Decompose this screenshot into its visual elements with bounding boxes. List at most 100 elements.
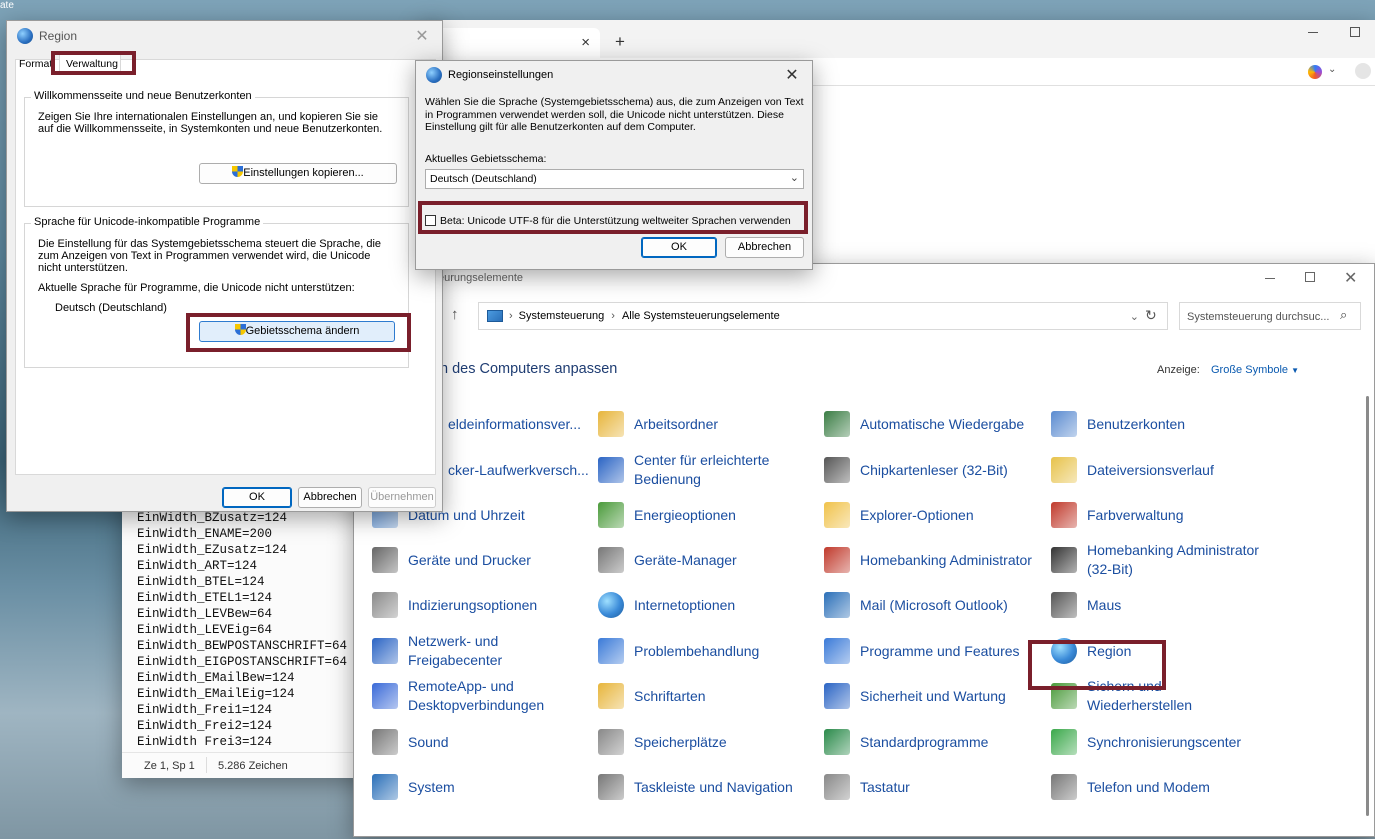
explorer-options-icon xyxy=(824,502,850,528)
cp-item[interactable]: Explorer-Optionen xyxy=(824,497,974,533)
cp-item-label: Synchronisierungscenter xyxy=(1087,733,1242,750)
cp-item[interactable]: Speicherplätze xyxy=(598,724,727,760)
notepad-text[interactable]: EinWidth_BZusatz=124 EinWidth_ENAME=200 Ei… xyxy=(137,510,377,746)
uac-shield-icon xyxy=(232,166,244,177)
sync-icon xyxy=(1051,729,1077,755)
dialog-title: Regionseinstellungen xyxy=(448,69,554,81)
group-title: Willkommensseite und neue Benutzerkonten xyxy=(31,90,255,102)
cp-item[interactable]: Maus xyxy=(1051,587,1121,623)
text-line: EinWidth_LEVEig=64 xyxy=(137,623,273,637)
tab-close-icon[interactable]: × xyxy=(581,34,590,51)
cancel-button[interactable]: Abbrechen xyxy=(725,237,804,258)
cp-item[interactable]: Geräte-Manager xyxy=(598,542,737,578)
cp-item[interactable]: Center für erleichterte Bedienung xyxy=(598,452,809,488)
text-line: EinWidth_ART=124 xyxy=(137,559,258,573)
cp-item[interactable]: Geräte und Drucker xyxy=(372,542,531,578)
beta-utf8-highlight xyxy=(418,201,808,234)
tab-highlight xyxy=(51,51,136,75)
cp-item[interactable]: Programme und Features xyxy=(824,633,1020,669)
cp-item[interactable]: Mail (Microsoft Outlook) xyxy=(824,587,1008,623)
cp-item[interactable]: Chipkartenleser (32-Bit) xyxy=(824,452,1008,488)
mail-icon xyxy=(824,592,850,618)
device-manager-icon xyxy=(598,547,624,573)
copilot-icon[interactable] xyxy=(1308,65,1322,79)
minimize-icon[interactable] xyxy=(1308,32,1318,33)
cp-item[interactable]: Dateiversionsverlauf xyxy=(1051,452,1214,488)
maximize-icon[interactable] xyxy=(1350,27,1360,37)
fonts-icon xyxy=(598,683,624,709)
scrollbar[interactable] xyxy=(1366,396,1369,816)
user-accounts-icon xyxy=(1051,411,1077,437)
cp-item[interactable]: Farbverwaltung xyxy=(1051,497,1184,533)
text-line: EinWidth_ENAME=200 xyxy=(137,527,273,541)
cp-item[interactable]: Benutzerkonten xyxy=(1051,406,1185,442)
control-panel-window: eurungselemente ✕ ↑ › Systemsteuerung › … xyxy=(353,263,1375,837)
ok-button[interactable]: OK xyxy=(641,237,717,258)
apply-button[interactable]: Übernehmen xyxy=(368,487,436,508)
cp-item-label: Programme und Features xyxy=(860,642,1020,659)
new-tab-button[interactable]: + xyxy=(615,32,625,52)
cp-item[interactable]: Automatische Wiedergabe xyxy=(824,406,1024,442)
cp-item[interactable]: Indizierungsoptionen xyxy=(372,587,537,623)
cp-item[interactable]: Telefon und Modem xyxy=(1051,769,1210,805)
profile-icon[interactable] xyxy=(1355,63,1371,79)
cp-item-label: Standardprogramme xyxy=(860,733,989,750)
cp-item[interactable]: Netzwerk- und Freigabecenter xyxy=(372,633,578,669)
cancel-button[interactable]: Abbrechen xyxy=(298,487,362,508)
cp-item-label: Geräte und Drucker xyxy=(408,551,531,568)
taskbar-icon xyxy=(598,774,624,800)
globe-icon xyxy=(426,67,442,83)
smartcard-icon xyxy=(824,457,850,483)
cp-item-label: Automatische Wiedergabe xyxy=(860,415,1025,432)
cp-item-label: Sicherheit und Wartung xyxy=(860,687,1006,704)
cp-item[interactable]: Synchronisierungscenter xyxy=(1051,724,1241,760)
cp-item-label: Homebanking Administrator xyxy=(860,551,1032,568)
ok-button[interactable]: OK xyxy=(222,487,292,508)
cp-item[interactable]: Arbeitsordner xyxy=(598,406,718,442)
cp-item[interactable]: Sound xyxy=(372,724,448,760)
cp-item[interactable]: Standardprogramme xyxy=(824,724,988,760)
locale-label: Aktuelles Gebietsschema: xyxy=(425,153,547,165)
text-line: EinWidth_LEVBew=64 xyxy=(137,607,273,621)
cp-item[interactable]: Homebanking Administrator xyxy=(824,542,1032,578)
regional-settings-description: Wählen Sie die Sprache (Systemgebietssch… xyxy=(425,96,804,133)
dialog-title: Region xyxy=(39,29,78,43)
chevron-down-icon[interactable]: ⌄ xyxy=(1328,64,1336,75)
text-line: EinWidth_Frei2=124 xyxy=(137,719,273,733)
cp-item[interactable]: Homebanking Administrator (32-Bit) xyxy=(1051,542,1262,578)
cp-item[interactable]: Sicherheit und Wartung xyxy=(824,678,1006,714)
group-title: Sprache für Unicode-inkompatible Program… xyxy=(31,216,264,228)
sound-icon xyxy=(372,729,398,755)
cp-item[interactable]: System xyxy=(372,769,455,805)
close-icon[interactable]: ✕ xyxy=(782,65,802,85)
status-char-count: 5.286 Zeichen xyxy=(218,760,288,772)
region-dialog: Region ✕ Format Verwaltung Willkommensse… xyxy=(6,20,443,512)
text-line: EinWidth_Frei3=124 xyxy=(137,735,273,746)
cp-item[interactable]: Schriftarten xyxy=(598,678,706,714)
cp-item-label: cker-Laufwerkversch... xyxy=(448,461,589,478)
cp-item-label: Energieoptionen xyxy=(634,506,736,523)
default-programs-icon xyxy=(824,729,850,755)
browser-tab[interactable]: × xyxy=(430,28,600,58)
system-icon xyxy=(372,774,398,800)
text-line: EinWidth_BZusatz=124 xyxy=(137,511,288,525)
cp-item[interactable]: RemoteApp- und Desktopverbindungen xyxy=(372,678,578,714)
cp-item[interactable]: Taskleiste und Navigation xyxy=(598,769,793,805)
cp-item-label: Tastatur xyxy=(860,778,910,795)
cp-item[interactable]: Problembehandlung xyxy=(598,633,759,669)
cp-item[interactable]: Internetoptionen xyxy=(598,587,735,623)
cp-item[interactable]: Energieoptionen xyxy=(598,497,736,533)
locale-select[interactable]: Deutsch (Deutschland) ⌄ xyxy=(425,169,804,189)
cp-item[interactable]: Tastatur xyxy=(824,769,910,805)
homebanking-icon xyxy=(824,547,850,573)
notepad-window: EinWidth_BZusatz=124 EinWidth_ENAME=200 Ei… xyxy=(122,490,382,778)
text-line: EinWidth_BTEL=124 xyxy=(137,575,265,589)
regional-settings-titlebar: Regionseinstellungen ✕ xyxy=(416,61,812,89)
close-icon[interactable]: ✕ xyxy=(412,26,432,46)
change-locale-highlight xyxy=(186,313,411,352)
power-icon xyxy=(598,502,624,528)
tab-format[interactable]: Format xyxy=(19,58,52,70)
autoplay-icon xyxy=(824,411,850,437)
copy-settings-button[interactable]: Einstellungen kopieren... xyxy=(199,163,397,184)
cp-item-label: Chipkartenleser (32-Bit) xyxy=(860,461,1008,478)
